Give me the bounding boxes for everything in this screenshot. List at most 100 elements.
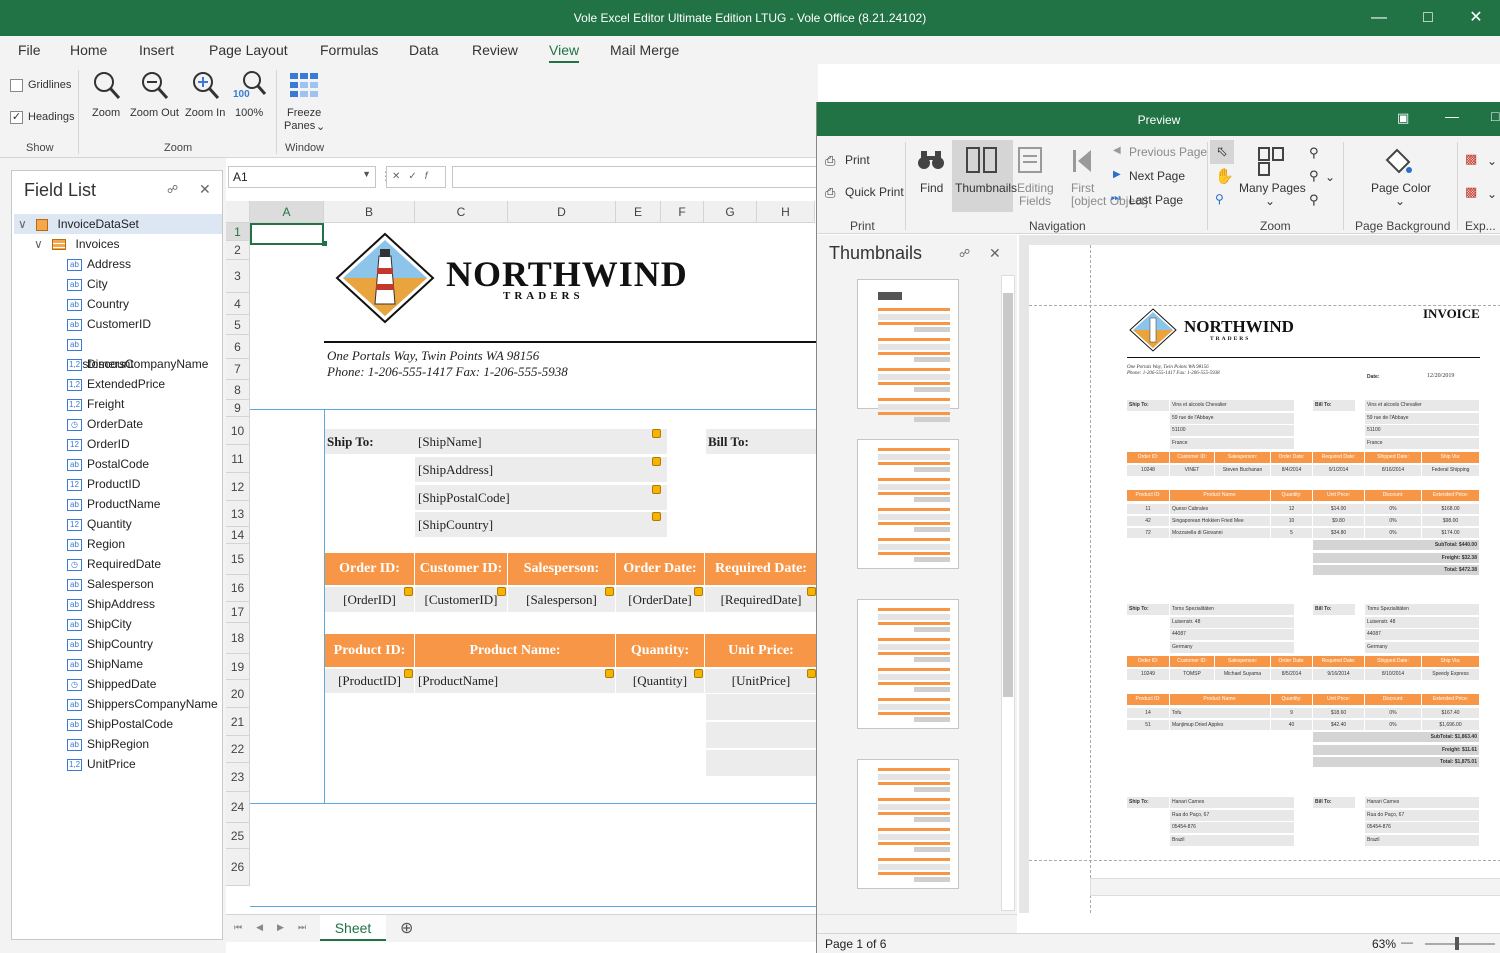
field-item[interactable]: ab Country	[67, 294, 129, 314]
thumbnails-hscroll[interactable]	[817, 914, 1017, 932]
field-item[interactable]: ab ShipCity	[67, 614, 132, 634]
chevron-down-icon[interactable]: ⌄	[1325, 170, 1335, 184]
row-header[interactable]: 1	[226, 223, 250, 241]
row-header[interactable]: 4	[226, 293, 250, 315]
minimize-icon[interactable]: —	[1445, 108, 1459, 124]
zoom-out-icon[interactable]: —	[1401, 935, 1413, 949]
field-item[interactable]: 1,2 Discount	[67, 354, 134, 374]
menu-insert[interactable]: Insert	[139, 42, 174, 58]
row-header[interactable]: 14	[226, 527, 250, 544]
column-header[interactable]: A	[250, 201, 324, 223]
zoom-in-label[interactable]: Zoom In	[185, 107, 225, 119]
many-pages-icon[interactable]	[1257, 146, 1285, 176]
close-icon[interactable]: ✕	[989, 245, 1001, 262]
zoom-out-label[interactable]: Zoom Out	[130, 107, 179, 119]
close-icon[interactable]: ✕	[199, 181, 211, 198]
chevron-down-icon[interactable]: ⌄	[1265, 194, 1275, 208]
row-header[interactable]: 8	[226, 380, 250, 400]
menu-file[interactable]: File	[18, 42, 41, 58]
field-item[interactable]: ab Salesperson	[67, 574, 154, 594]
row-header[interactable]: 10	[226, 417, 250, 445]
field-item[interactable]: ◷ RequiredDate	[67, 554, 161, 574]
close-icon[interactable]: ✕	[1463, 6, 1489, 30]
scrollbar-thumb[interactable]	[1003, 293, 1013, 697]
page-color-button[interactable]: Page Color	[1371, 181, 1431, 195]
enter-icon[interactable]: ✓	[408, 171, 424, 182]
minimize-icon[interactable]: —	[1366, 6, 1392, 30]
zoom-in-icon[interactable]	[191, 70, 221, 102]
row-header[interactable]: 23	[226, 763, 250, 792]
row-header[interactable]: 2	[226, 241, 250, 260]
column-header[interactable]: B	[324, 201, 415, 223]
maximize-icon[interactable]: □	[1415, 6, 1441, 30]
column-header[interactable]: C	[415, 201, 508, 223]
field-item[interactable]: 1,2 UnitPrice	[67, 754, 136, 774]
row-header[interactable]: 12	[226, 473, 250, 501]
row-header[interactable]: 22	[226, 736, 250, 763]
menu-mail-merge[interactable]: Mail Merge	[610, 42, 679, 58]
next-page-button[interactable]: Next Page	[1129, 169, 1185, 183]
tree-root[interactable]: ∨ InvoiceDataSet	[14, 214, 222, 234]
editing-fields-icon[interactable]	[1017, 146, 1049, 176]
field-item[interactable]: 12 Quantity	[67, 514, 132, 534]
selected-cell[interactable]	[250, 223, 324, 245]
freeze-label[interactable]: Freeze	[287, 107, 321, 119]
zoom-out-icon[interactable]	[140, 70, 170, 102]
chevron-down-icon[interactable]: ∨	[18, 217, 27, 231]
zoom-icon[interactable]	[92, 70, 122, 102]
fill-handle[interactable]	[322, 241, 327, 246]
zoom-in-icon[interactable]: ⚲	[1309, 192, 1319, 208]
pointer-icon[interactable]: ⬁	[1216, 143, 1228, 160]
row-header[interactable]: 6	[226, 335, 250, 359]
function-icon[interactable]: f	[425, 171, 436, 182]
chevron-down-icon[interactable]: ⌄	[1395, 194, 1405, 208]
thumbnails-icon[interactable]	[965, 146, 999, 176]
headings-checkbox[interactable]: ✓	[10, 111, 23, 124]
dropdown-arrow-icon[interactable]: ▼	[362, 169, 371, 179]
row-header[interactable]: 15	[226, 544, 250, 575]
last-page-button[interactable]: Last Page	[1129, 193, 1183, 207]
document-hscroll[interactable]	[1090, 878, 1500, 896]
menu-formulas[interactable]: Formulas	[320, 42, 378, 58]
column-header[interactable]: D	[508, 201, 616, 223]
column-header[interactable]: G	[704, 201, 757, 223]
previous-page-button[interactable]: Previous Page	[1129, 145, 1207, 159]
first-label[interactable]: First	[1071, 181, 1094, 195]
print-button[interactable]: Print	[845, 153, 870, 167]
chevron-down-icon[interactable]: ⌄	[1487, 154, 1497, 168]
field-item[interactable]: ab ProductName	[67, 494, 160, 514]
hand-tool-icon[interactable]: ✋	[1215, 167, 1234, 185]
field-item[interactable]: 12 OrderID	[67, 434, 130, 454]
field-item[interactable]: ab Region	[67, 534, 125, 554]
menu-home[interactable]: Home	[70, 42, 107, 58]
menu-review[interactable]: Review	[472, 42, 518, 58]
field-item[interactable]: 1,2 ExtendedPrice	[67, 374, 165, 394]
sheet-tab[interactable]: Sheet	[320, 915, 386, 941]
column-header[interactable]: F	[661, 201, 704, 223]
many-pages-button[interactable]: Many Pages	[1239, 181, 1306, 195]
pin-icon[interactable]: ☍	[959, 247, 970, 260]
row-header[interactable]: 11	[226, 445, 250, 473]
field-item[interactable]: ab ShipName	[67, 654, 143, 674]
add-sheet-icon[interactable]: ⊕	[400, 918, 413, 938]
page-thumbnail-1[interactable]	[857, 279, 959, 422]
page-thumbnail-2[interactable]	[857, 439, 959, 569]
menu-view[interactable]: View	[549, 42, 580, 63]
page-color-icon[interactable]	[1383, 146, 1413, 176]
field-item[interactable]: ab ShippersCompanyName	[67, 694, 218, 714]
row-header[interactable]: 5	[226, 315, 250, 335]
zoom-label[interactable]: Zoom	[92, 107, 120, 119]
zoom-slider-thumb[interactable]	[1455, 937, 1459, 950]
row-header[interactable]: 20	[226, 680, 250, 708]
last-page-icon[interactable]: ⏭	[1111, 193, 1120, 204]
formula-input[interactable]	[452, 166, 822, 188]
export-pdf-icon[interactable]: ▩	[1465, 151, 1477, 167]
row-header[interactable]: 25	[226, 823, 250, 849]
row-header[interactable]: 18	[226, 623, 250, 654]
field-item[interactable]: ◷ OrderDate	[67, 414, 143, 434]
zoom-out-icon[interactable]: ⚲	[1309, 145, 1319, 161]
quick-print-button[interactable]: Quick Print	[845, 185, 904, 199]
chevron-down-icon[interactable]: ⌄	[1487, 187, 1497, 201]
pin-icon[interactable]: ☍	[167, 183, 178, 196]
find-button[interactable]: Find	[920, 181, 943, 195]
